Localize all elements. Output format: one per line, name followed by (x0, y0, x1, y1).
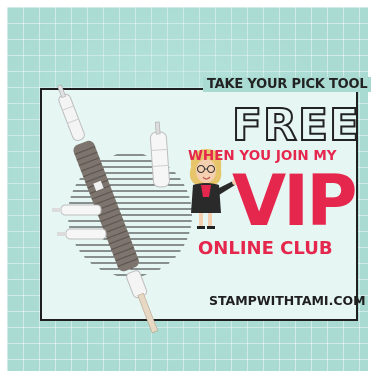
promo-headline: TAKE YOUR PICK TOOL (203, 77, 372, 92)
club-subheading: ONLINE CLUB (198, 238, 333, 259)
promo-graphic: TAKE YOUR PICK TOOL FREE WHEN YOU JOIN M… (0, 0, 375, 378)
free-word: FREE (231, 100, 361, 151)
website-link[interactable]: STAMPWITHTAMI.COM (209, 293, 366, 308)
spare-tip-icon (149, 121, 170, 188)
vip-word: VIP (232, 160, 358, 242)
small-tip-icon (52, 204, 107, 240)
